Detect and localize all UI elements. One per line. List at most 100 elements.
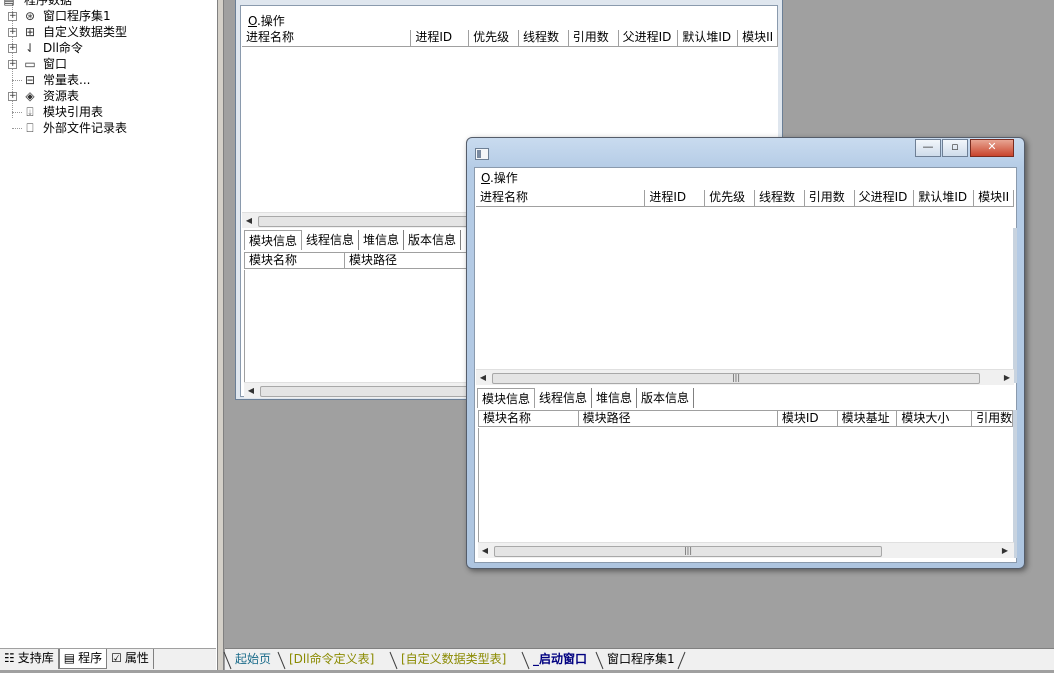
scroll-thumb[interactable]: ||| <box>494 546 882 557</box>
tab-property[interactable]: ☑ 属性 <box>107 649 154 669</box>
scroll-thumb[interactable] <box>258 216 468 227</box>
column-header[interactable]: 模块II <box>738 30 778 46</box>
tree-item[interactable]: + ⇃ Dll命令 <box>0 40 216 56</box>
tab-separator <box>677 650 687 670</box>
column-header[interactable]: 进程名称 <box>476 190 646 206</box>
tree-item[interactable]: + ⊞ 自定义数据类型 <box>0 24 216 40</box>
scroll-left-arrow-icon[interactable]: ◀ <box>244 383 258 399</box>
process-list-vscroll[interactable] <box>1013 228 1017 383</box>
operation-menu-hotkey: O <box>248 14 257 28</box>
scroll-left-arrow-icon[interactable]: ◀ <box>476 370 490 386</box>
column-header[interactable]: 模块名称 <box>479 411 579 427</box>
module-ref-icon: ⍗ <box>26 105 34 119</box>
column-header[interactable]: 模块II <box>974 190 1014 206</box>
tree-connector <box>12 128 22 129</box>
tree-item-label: 外部文件记录表 <box>43 121 128 135</box>
project-tree-panel: ▤ 程序数据 + ⊛ 窗口程序集1 + ⊞ 自定义数据类型 + ⇃ Dll命令 + ▭ 窗口 ⊟ 常量表.… <box>0 0 218 670</box>
document-tab[interactable]: [Dll命令定义表] <box>285 651 378 669</box>
tree-item[interactable]: + ⊛ 窗口程序集1 <box>0 8 216 24</box>
document-tab[interactable]: 窗口程序集1 <box>603 651 679 669</box>
column-header[interactable]: 引用数 <box>972 411 1013 427</box>
window-system-icon[interactable] <box>475 148 489 160</box>
info-tab[interactable]: 线程信息 <box>535 388 593 408</box>
column-header[interactable]: 优先级 <box>469 30 519 46</box>
scroll-right-arrow-icon[interactable]: ▶ <box>1000 370 1014 386</box>
column-header[interactable]: 进程ID <box>411 30 470 46</box>
operation-menu-label: .操作 <box>489 171 518 185</box>
scroll-left-arrow-icon[interactable]: ◀ <box>478 543 492 559</box>
operation-menu-label: .操作 <box>256 14 285 28</box>
project-tree: ▤ 程序数据 + ⊛ 窗口程序集1 + ⊞ 自定义数据类型 + ⇃ Dll命令 + ▭ 窗口 ⊟ 常量表.… <box>0 0 216 136</box>
process-list-header: 进程名称 进程ID 优先级 线程数 引用数 父进程ID 默认堆ID 模块II <box>476 190 1014 207</box>
panel-splitter[interactable] <box>218 0 224 670</box>
window-icon: ▭ <box>24 57 36 71</box>
form-window-front[interactable]: — ▫ ✕ O.操作 进程名称 进程ID 优先级 线程数 引用数 父进程ID 默认堆ID 模块… <box>466 137 1025 569</box>
info-tabs: 模块信息 线程信息 堆信息 版本信息 <box>477 388 695 408</box>
tree-item[interactable]: + ◈ 资源表 <box>0 88 216 104</box>
tab-program[interactable]: ▤ 程序 <box>58 649 108 669</box>
operation-menu[interactable]: O.操作 <box>477 170 518 186</box>
document-tab[interactable]: 起始页 <box>231 651 275 669</box>
module-list[interactable] <box>478 428 1014 542</box>
tab-program-label: 程序 <box>78 651 103 665</box>
column-header[interactable]: 模块大小 <box>897 411 973 427</box>
minimize-button[interactable]: — <box>915 139 941 157</box>
tree-item[interactable]: ⊟ 常量表... <box>0 72 216 88</box>
module-list-hscroll[interactable]: ◀ ||| ▶ <box>478 542 1014 558</box>
column-header[interactable]: 引用数 <box>569 30 619 46</box>
tree-item-label: 窗口程序集1 <box>43 9 111 23</box>
column-header[interactable]: 默认堆ID <box>914 190 975 206</box>
column-header[interactable]: 默认堆ID <box>678 30 739 46</box>
column-header[interactable]: 引用数 <box>805 190 855 206</box>
column-header[interactable]: 模块路径 <box>579 411 778 427</box>
column-header[interactable]: 模块名称 <box>245 253 345 269</box>
column-header[interactable]: 线程数 <box>519 30 569 46</box>
scroll-right-arrow-icon[interactable]: ▶ <box>998 543 1012 559</box>
tree-item[interactable]: ⎕ 外部文件记录表 <box>0 120 216 136</box>
expand-icon[interactable]: + <box>8 12 17 21</box>
form-designer-canvas: O.操作 进程名称 进程ID 优先级 线程数 引用数 父进程ID 默认堆ID 模块II ◀ 模… <box>225 0 1054 648</box>
info-tab[interactable]: 线程信息 <box>302 230 360 250</box>
column-header[interactable]: 优先级 <box>705 190 755 206</box>
document-tab[interactable]: [自定义数据类型表] <box>397 651 510 669</box>
process-list[interactable] <box>476 207 1014 369</box>
left-panel-tabs: ☷ 支持库 ▤ 程序 ☑ 属性 <box>0 648 216 670</box>
expand-icon[interactable]: + <box>8 44 17 53</box>
column-header[interactable]: 进程名称 <box>242 30 412 46</box>
operation-menu[interactable]: O.操作 <box>244 13 285 29</box>
maximize-button[interactable]: ▫ <box>942 139 968 157</box>
close-button[interactable]: ✕ <box>970 139 1014 157</box>
tab-support-library[interactable]: ☷ 支持库 <box>0 649 59 669</box>
window-titlebar[interactable]: — ▫ ✕ <box>467 138 1024 168</box>
column-header[interactable]: 模块基址 <box>838 411 898 427</box>
info-tab[interactable]: 版本信息 <box>404 230 462 250</box>
info-tab[interactable]: 模块信息 <box>477 388 536 408</box>
process-list-hscroll[interactable]: ◀ ||| ▶ <box>476 369 1014 385</box>
column-header[interactable]: 进程ID <box>645 190 706 206</box>
info-tab[interactable]: 版本信息 <box>637 388 695 408</box>
info-tab[interactable]: 堆信息 <box>359 230 405 250</box>
expand-icon[interactable]: + <box>8 92 17 101</box>
tree-root-label: 程序数据 <box>24 0 73 7</box>
scroll-thumb[interactable]: ||| <box>492 373 980 384</box>
document-tab[interactable]: _启动窗口 <box>529 651 591 669</box>
program-icon: ▤ <box>63 651 76 665</box>
info-tab[interactable]: 堆信息 <box>592 388 638 408</box>
column-header[interactable]: 父进程ID <box>855 190 915 206</box>
module-list-vscroll[interactable] <box>1013 410 1017 558</box>
column-header[interactable]: 模块ID <box>778 411 838 427</box>
column-header[interactable]: 线程数 <box>755 190 805 206</box>
tree-root[interactable]: ▤ 程序数据 <box>0 0 216 8</box>
tree-item-label: 模块引用表 <box>43 105 104 119</box>
column-header[interactable]: 父进程ID <box>619 30 679 46</box>
scroll-left-arrow-icon[interactable]: ◀ <box>242 213 256 229</box>
info-tab[interactable]: 模块信息 <box>244 230 303 250</box>
tree-item[interactable]: ⍗ 模块引用表 <box>0 104 216 120</box>
expand-icon[interactable]: + <box>8 60 17 69</box>
tab-property-label: 属性 <box>124 651 149 665</box>
property-icon: ☑ <box>111 651 122 665</box>
expand-icon[interactable]: + <box>8 28 17 37</box>
tree-item[interactable]: + ▭ 窗口 <box>0 56 216 72</box>
tree-connector <box>12 80 22 81</box>
module-list-header: 模块名称 模块路径 模块ID 模块基址 模块大小 引用数 <box>478 410 1014 427</box>
